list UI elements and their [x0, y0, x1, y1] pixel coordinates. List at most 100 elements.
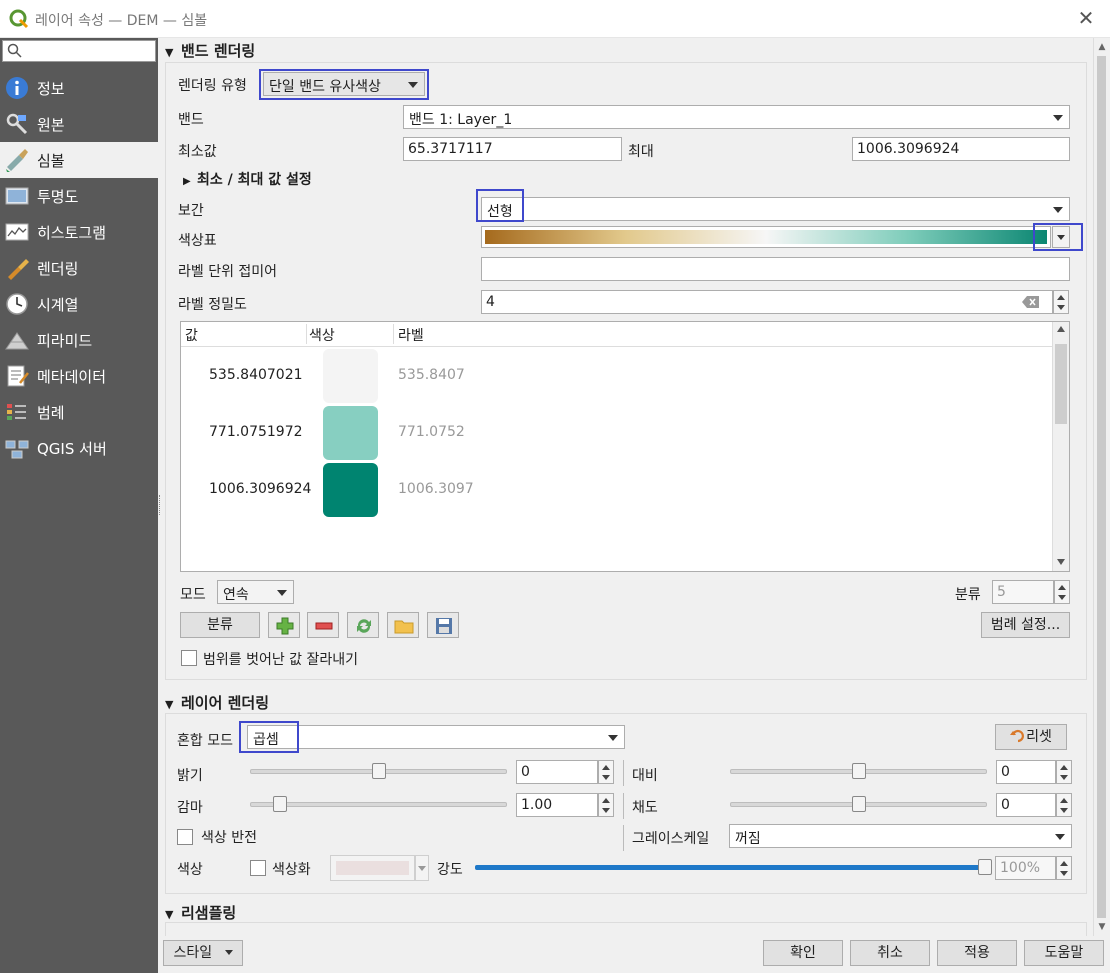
blend-mode-select[interactable]: 곱셈	[247, 725, 625, 749]
divider	[623, 793, 624, 819]
strength-slider-handle[interactable]	[978, 859, 992, 875]
reset-button[interactable]: 리셋	[995, 724, 1067, 750]
band-rendering-header[interactable]: ▼ 밴드 렌더링	[165, 40, 255, 61]
colorize-checkbox[interactable]	[250, 860, 266, 876]
title-bar: 레이어 속성 — DEM — 심볼 ✕	[0, 0, 1110, 38]
interpolation-label: 보간	[178, 203, 204, 219]
scroll-thumb[interactable]	[1055, 344, 1067, 424]
saturation-input[interactable]: 0	[996, 793, 1056, 817]
layer-rendering-header[interactable]: ▼ 레이어 렌더링	[165, 692, 269, 713]
gamma-slider-handle[interactable]	[273, 796, 287, 812]
folder-icon	[394, 620, 414, 634]
label-suffix-input[interactable]	[481, 257, 1070, 281]
gamma-input[interactable]: 1.00	[516, 793, 598, 817]
sidebar-item-info[interactable]: 정보	[0, 70, 158, 106]
scroll-down-icon[interactable]: ▼	[1097, 922, 1107, 932]
add-value-button[interactable]	[268, 612, 300, 638]
export-to-file-button[interactable]	[427, 612, 459, 638]
colorize-color-dropdown[interactable]	[415, 855, 429, 881]
gamma-spinner[interactable]	[598, 793, 614, 817]
colorize-color-button[interactable]	[330, 855, 415, 881]
clip-out-of-range-checkbox[interactable]	[181, 650, 197, 666]
row-label[interactable]: 535.8407	[398, 367, 465, 383]
table-row[interactable]: 535.8407021 535.8407	[181, 348, 1051, 405]
scroll-thumb[interactable]	[1097, 56, 1106, 918]
style-button[interactable]: 스타일	[163, 940, 243, 966]
sidebar-item-legend[interactable]: 범례	[0, 394, 158, 430]
row-label[interactable]: 1006.3097	[398, 481, 474, 497]
sidebar-item-source[interactable]: 원본	[0, 106, 158, 142]
sidebar-item-histogram[interactable]: 히스토그램	[0, 214, 158, 250]
strength-input[interactable]: 100%	[995, 856, 1056, 880]
load-from-band-button[interactable]	[347, 612, 379, 638]
minmax-settings-header[interactable]: ▶ 최소 / 최대 값 설정	[183, 169, 312, 189]
strength-spinner[interactable]	[1056, 856, 1072, 880]
saturation-slider-handle[interactable]	[851, 796, 866, 812]
cancel-button[interactable]: 취소	[850, 940, 930, 966]
color-ramp-dropdown[interactable]	[1052, 226, 1070, 248]
classes-spinner[interactable]	[1054, 580, 1070, 604]
sidebar-item-temporal[interactable]: 시계열	[0, 286, 158, 322]
scroll-down-icon[interactable]	[1057, 559, 1065, 565]
color-ramp-button[interactable]	[481, 226, 1051, 248]
scroll-up-icon[interactable]: ▲	[1097, 42, 1107, 52]
row-color-swatch[interactable]	[323, 349, 378, 403]
scroll-up-icon[interactable]	[1057, 326, 1065, 332]
brightness-slider-handle[interactable]	[371, 763, 386, 779]
spin-up-icon	[1058, 585, 1066, 590]
sidebar-item-symbology[interactable]: 심볼	[0, 142, 158, 178]
label-precision-spinner[interactable]	[1053, 290, 1069, 314]
max-value-input[interactable]: 1006.3096924	[852, 137, 1070, 161]
help-button[interactable]: 도움말	[1024, 940, 1104, 966]
column-header-value[interactable]: 값	[185, 325, 198, 345]
legend-settings-button[interactable]: 범례 설정...	[981, 612, 1070, 638]
label-precision-input[interactable]: 4	[481, 290, 1053, 314]
sidebar-item-metadata[interactable]: 메타데이터	[0, 358, 158, 394]
sidebar-item-transparency[interactable]: 투명도	[0, 178, 158, 214]
collapse-triangle-icon: ▼	[165, 698, 174, 711]
table-row[interactable]: 1006.3096924 1006.3097	[181, 462, 1051, 519]
remove-value-button[interactable]	[307, 612, 339, 638]
colorize-label: 색상화	[272, 862, 311, 878]
row-value[interactable]: 535.8407021	[209, 367, 303, 383]
brightness-spinner[interactable]	[598, 760, 614, 784]
splitter-handle[interactable]	[159, 495, 161, 515]
row-value[interactable]: 1006.3096924	[209, 481, 311, 497]
grayscale-select[interactable]: 꺼짐	[729, 824, 1072, 848]
strength-slider[interactable]	[475, 865, 985, 870]
table-row[interactable]: 771.0751972 771.0752	[181, 405, 1051, 462]
invert-colors-checkbox[interactable]	[177, 829, 193, 845]
row-color-swatch[interactable]	[323, 406, 378, 460]
resampling-header[interactable]: ▼ 리샘플링	[165, 902, 236, 923]
spin-up-icon	[1060, 798, 1068, 803]
sidebar-item-rendering[interactable]: 렌더링	[0, 250, 158, 286]
close-icon[interactable]: ✕	[1074, 6, 1098, 30]
min-value-input[interactable]: 65.3717117	[403, 137, 622, 161]
gamma-slider[interactable]	[250, 802, 507, 807]
main-scrollbar[interactable]: ▲ ▼	[1093, 38, 1109, 936]
row-color-swatch[interactable]	[323, 463, 378, 517]
apply-button[interactable]: 적용	[937, 940, 1017, 966]
brightness-input[interactable]: 0	[516, 760, 598, 784]
render-type-select[interactable]: 단일 밴드 유사색상	[263, 72, 425, 96]
load-from-file-button[interactable]	[387, 612, 419, 638]
row-value[interactable]: 771.0751972	[209, 424, 303, 440]
row-label[interactable]: 771.0752	[398, 424, 465, 440]
contrast-spinner[interactable]	[1056, 760, 1072, 784]
table-scrollbar[interactable]	[1052, 322, 1069, 571]
classes-input[interactable]: 5	[992, 580, 1054, 604]
column-header-color[interactable]: 색상	[309, 325, 335, 345]
sidebar-item-qgis-server[interactable]: QGIS 서버	[0, 430, 158, 466]
saturation-spinner[interactable]	[1056, 793, 1072, 817]
contrast-input[interactable]: 0	[996, 760, 1056, 784]
interpolation-select[interactable]: 선형	[481, 197, 1070, 221]
ok-button[interactable]: 확인	[763, 940, 843, 966]
classify-button[interactable]: 분류	[180, 612, 260, 638]
mode-select[interactable]: 연속	[217, 580, 294, 604]
sidebar-item-pyramids[interactable]: 피라미드	[0, 322, 158, 358]
contrast-slider-handle[interactable]	[851, 763, 866, 779]
search-input[interactable]	[25, 41, 153, 61]
band-select[interactable]: 밴드 1: Layer_1	[403, 105, 1070, 129]
clear-icon[interactable]	[1022, 295, 1040, 309]
column-header-label[interactable]: 라벨	[398, 325, 424, 345]
